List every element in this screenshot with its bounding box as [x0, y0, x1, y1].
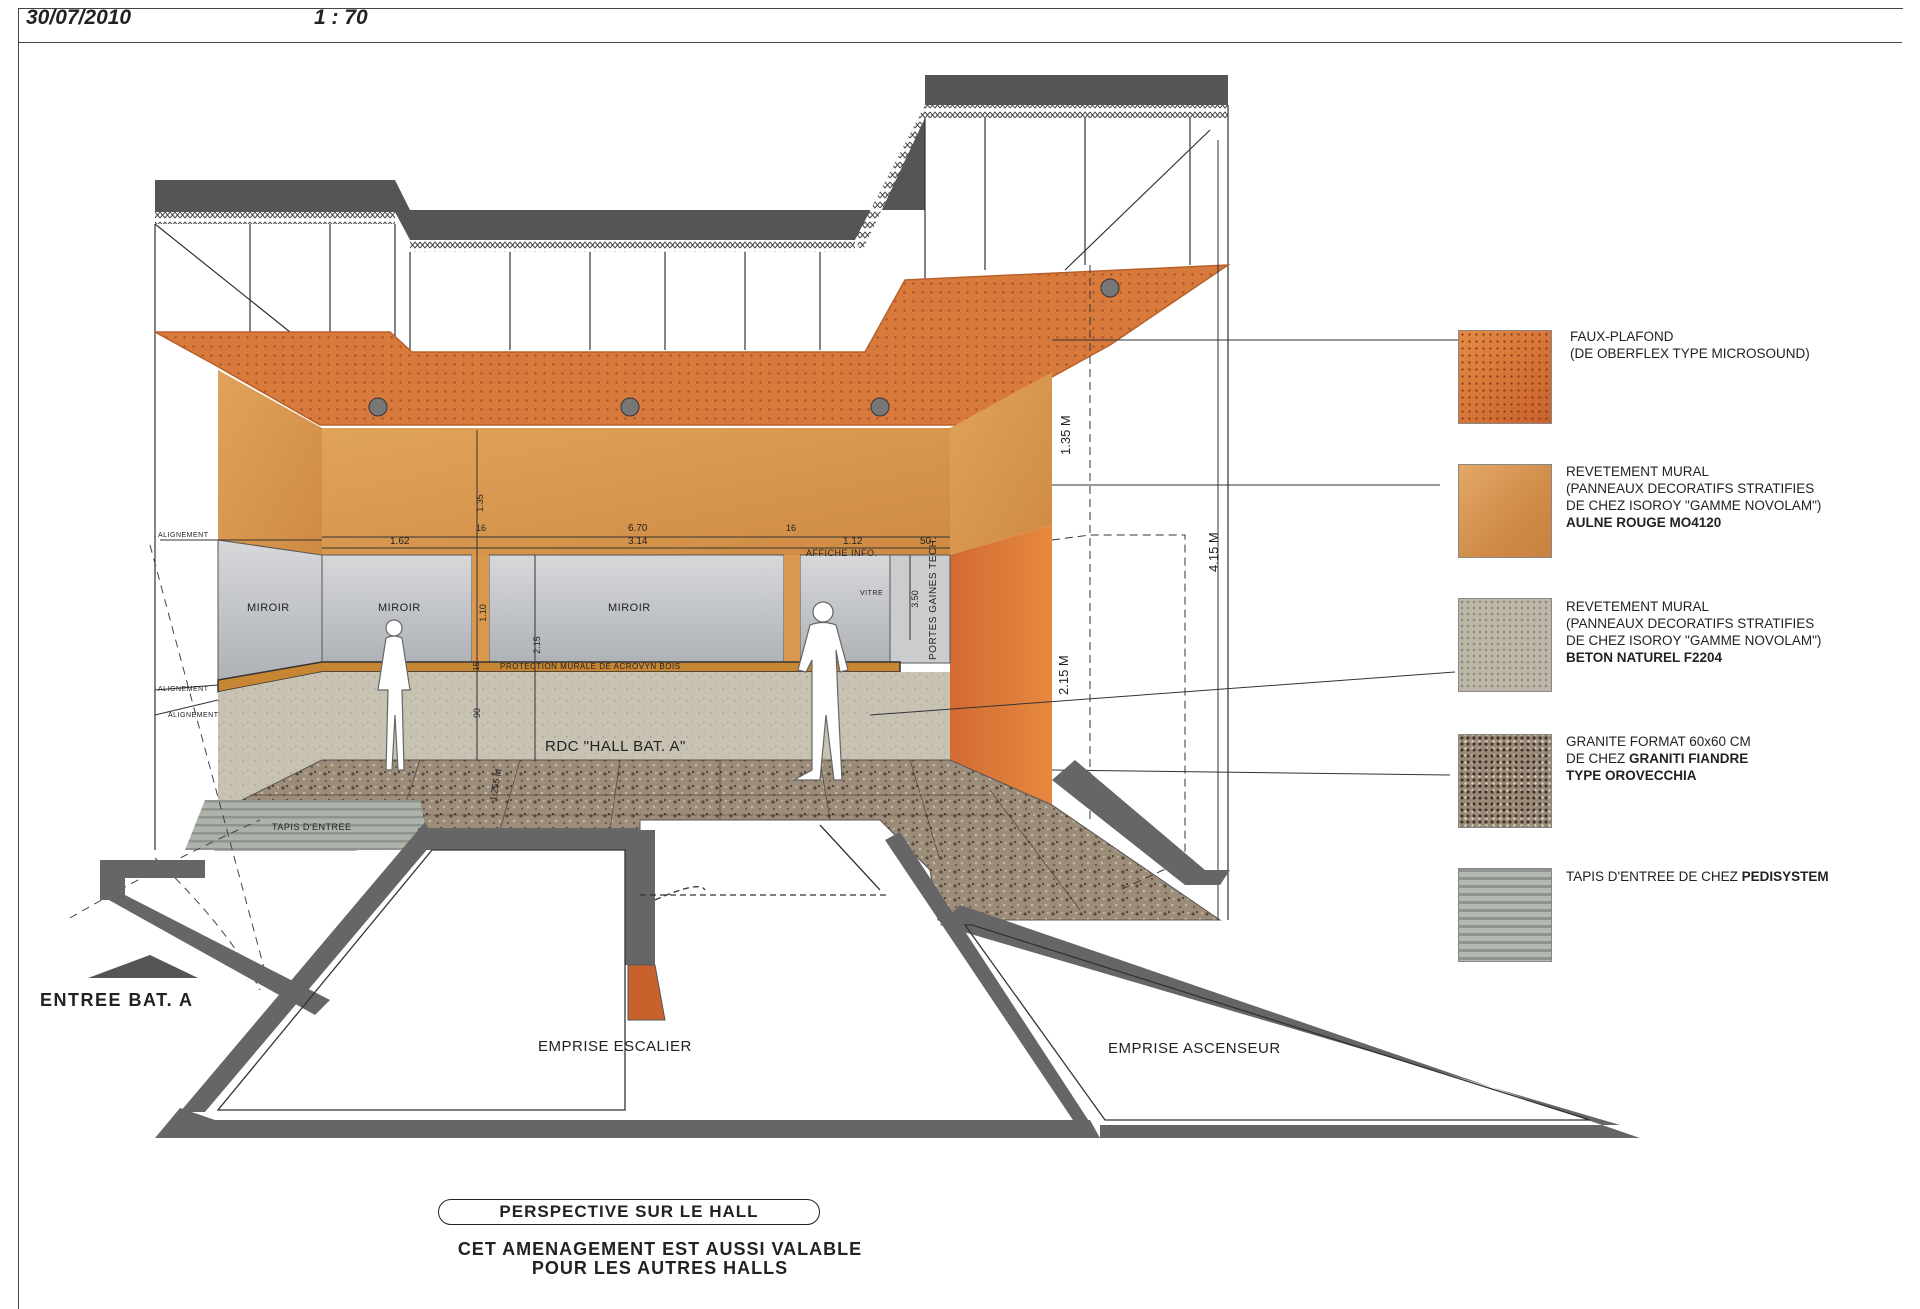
entrance-arrow-icon: [88, 955, 198, 978]
label-hall: RDC "HALL BAT. A": [545, 738, 686, 755]
legend-granite: GRANITE FORMAT 60x60 CM DE CHEZ GRANITI …: [1566, 734, 1751, 783]
dim-a: 1.62: [390, 536, 410, 547]
dim-v-c: 2.15: [531, 636, 542, 654]
dim-b: 3.14: [628, 536, 648, 547]
label-tapis: TAPIS D'ENTREE: [272, 822, 352, 832]
swatch-granite: [1458, 734, 1552, 828]
label-emprise-ascenseur: EMPRISE ASCENSEUR: [1108, 1040, 1281, 1057]
label-alignement-1: ALIGNEMENT: [158, 532, 209, 539]
label-miroir-3: MIROIR: [608, 602, 651, 614]
dim-v-d: 90: [472, 707, 483, 719]
dim-h-total: 4.15 M: [1206, 532, 1221, 572]
label-alignement-2: ALIGNEMENT: [158, 686, 209, 693]
label-miroir-2: MIROIR: [378, 602, 421, 614]
drawing-note: CET AMENAGEMENT EST AUSSI VALABLE POUR L…: [457, 1239, 863, 1278]
dim-v-f: 3.50: [909, 590, 920, 608]
dim-total-width: 6.70: [628, 523, 648, 534]
label-affiche: AFFICHE INFO.: [806, 548, 878, 558]
dim-h-bottom: 2.15 M: [1056, 655, 1071, 695]
label-alignement-3: ALIGNEMENT: [168, 712, 219, 719]
label-protection: PROTECTION MURALE DE ACROVYN BOIS: [500, 662, 681, 671]
label-miroir-1: MIROIR: [247, 602, 290, 614]
label-vitre: VITRE: [860, 590, 884, 597]
dim-f: 16: [786, 523, 797, 533]
dim-v-b: 1.10: [477, 604, 488, 622]
swatch-tapis: [1458, 868, 1552, 962]
dim-d: 50: [920, 536, 932, 547]
label-portes-gaines: PORTES GAINES TECH.: [928, 536, 939, 660]
dim-e: 16: [476, 523, 487, 533]
dim-v-a: 1.35: [474, 494, 485, 512]
swatch-beton-naturel: [1458, 598, 1552, 692]
dim-c: 1.12: [843, 536, 863, 547]
legend-tapis: TAPIS D'ENTREE DE CHEZ PEDISYSTEM: [1566, 869, 1829, 884]
swatch-aulne-rouge: [1458, 464, 1552, 558]
roof-slab: [155, 75, 1228, 252]
swatch-faux-plafond: [1458, 330, 1552, 424]
label-emprise-escalier: EMPRISE ESCALIER: [538, 1038, 692, 1055]
stair-fragment: [627, 964, 666, 1021]
label-entree: ENTREE BAT. A: [40, 990, 194, 1010]
dim-h-top: 1.35 M: [1058, 415, 1073, 455]
legend-faux-plafond: FAUX-PLAFOND (DE OBERFLEX TYPE MICROSOUND…: [1570, 329, 1810, 361]
room-outlines: [216, 824, 1591, 1121]
dim-v-e: 15: [471, 662, 481, 671]
legend-aulne-rouge: REVETEMENT MURAL (PANNEAUX DECORATIFS STR…: [1566, 464, 1822, 530]
faux-plafond: [154, 264, 1231, 426]
drawing-title: PERSPECTIVE SUR LE HALL: [438, 1199, 820, 1225]
legend-beton-naturel: REVETEMENT MURAL (PANNEAUX DECORATIFS STR…: [1566, 599, 1822, 665]
